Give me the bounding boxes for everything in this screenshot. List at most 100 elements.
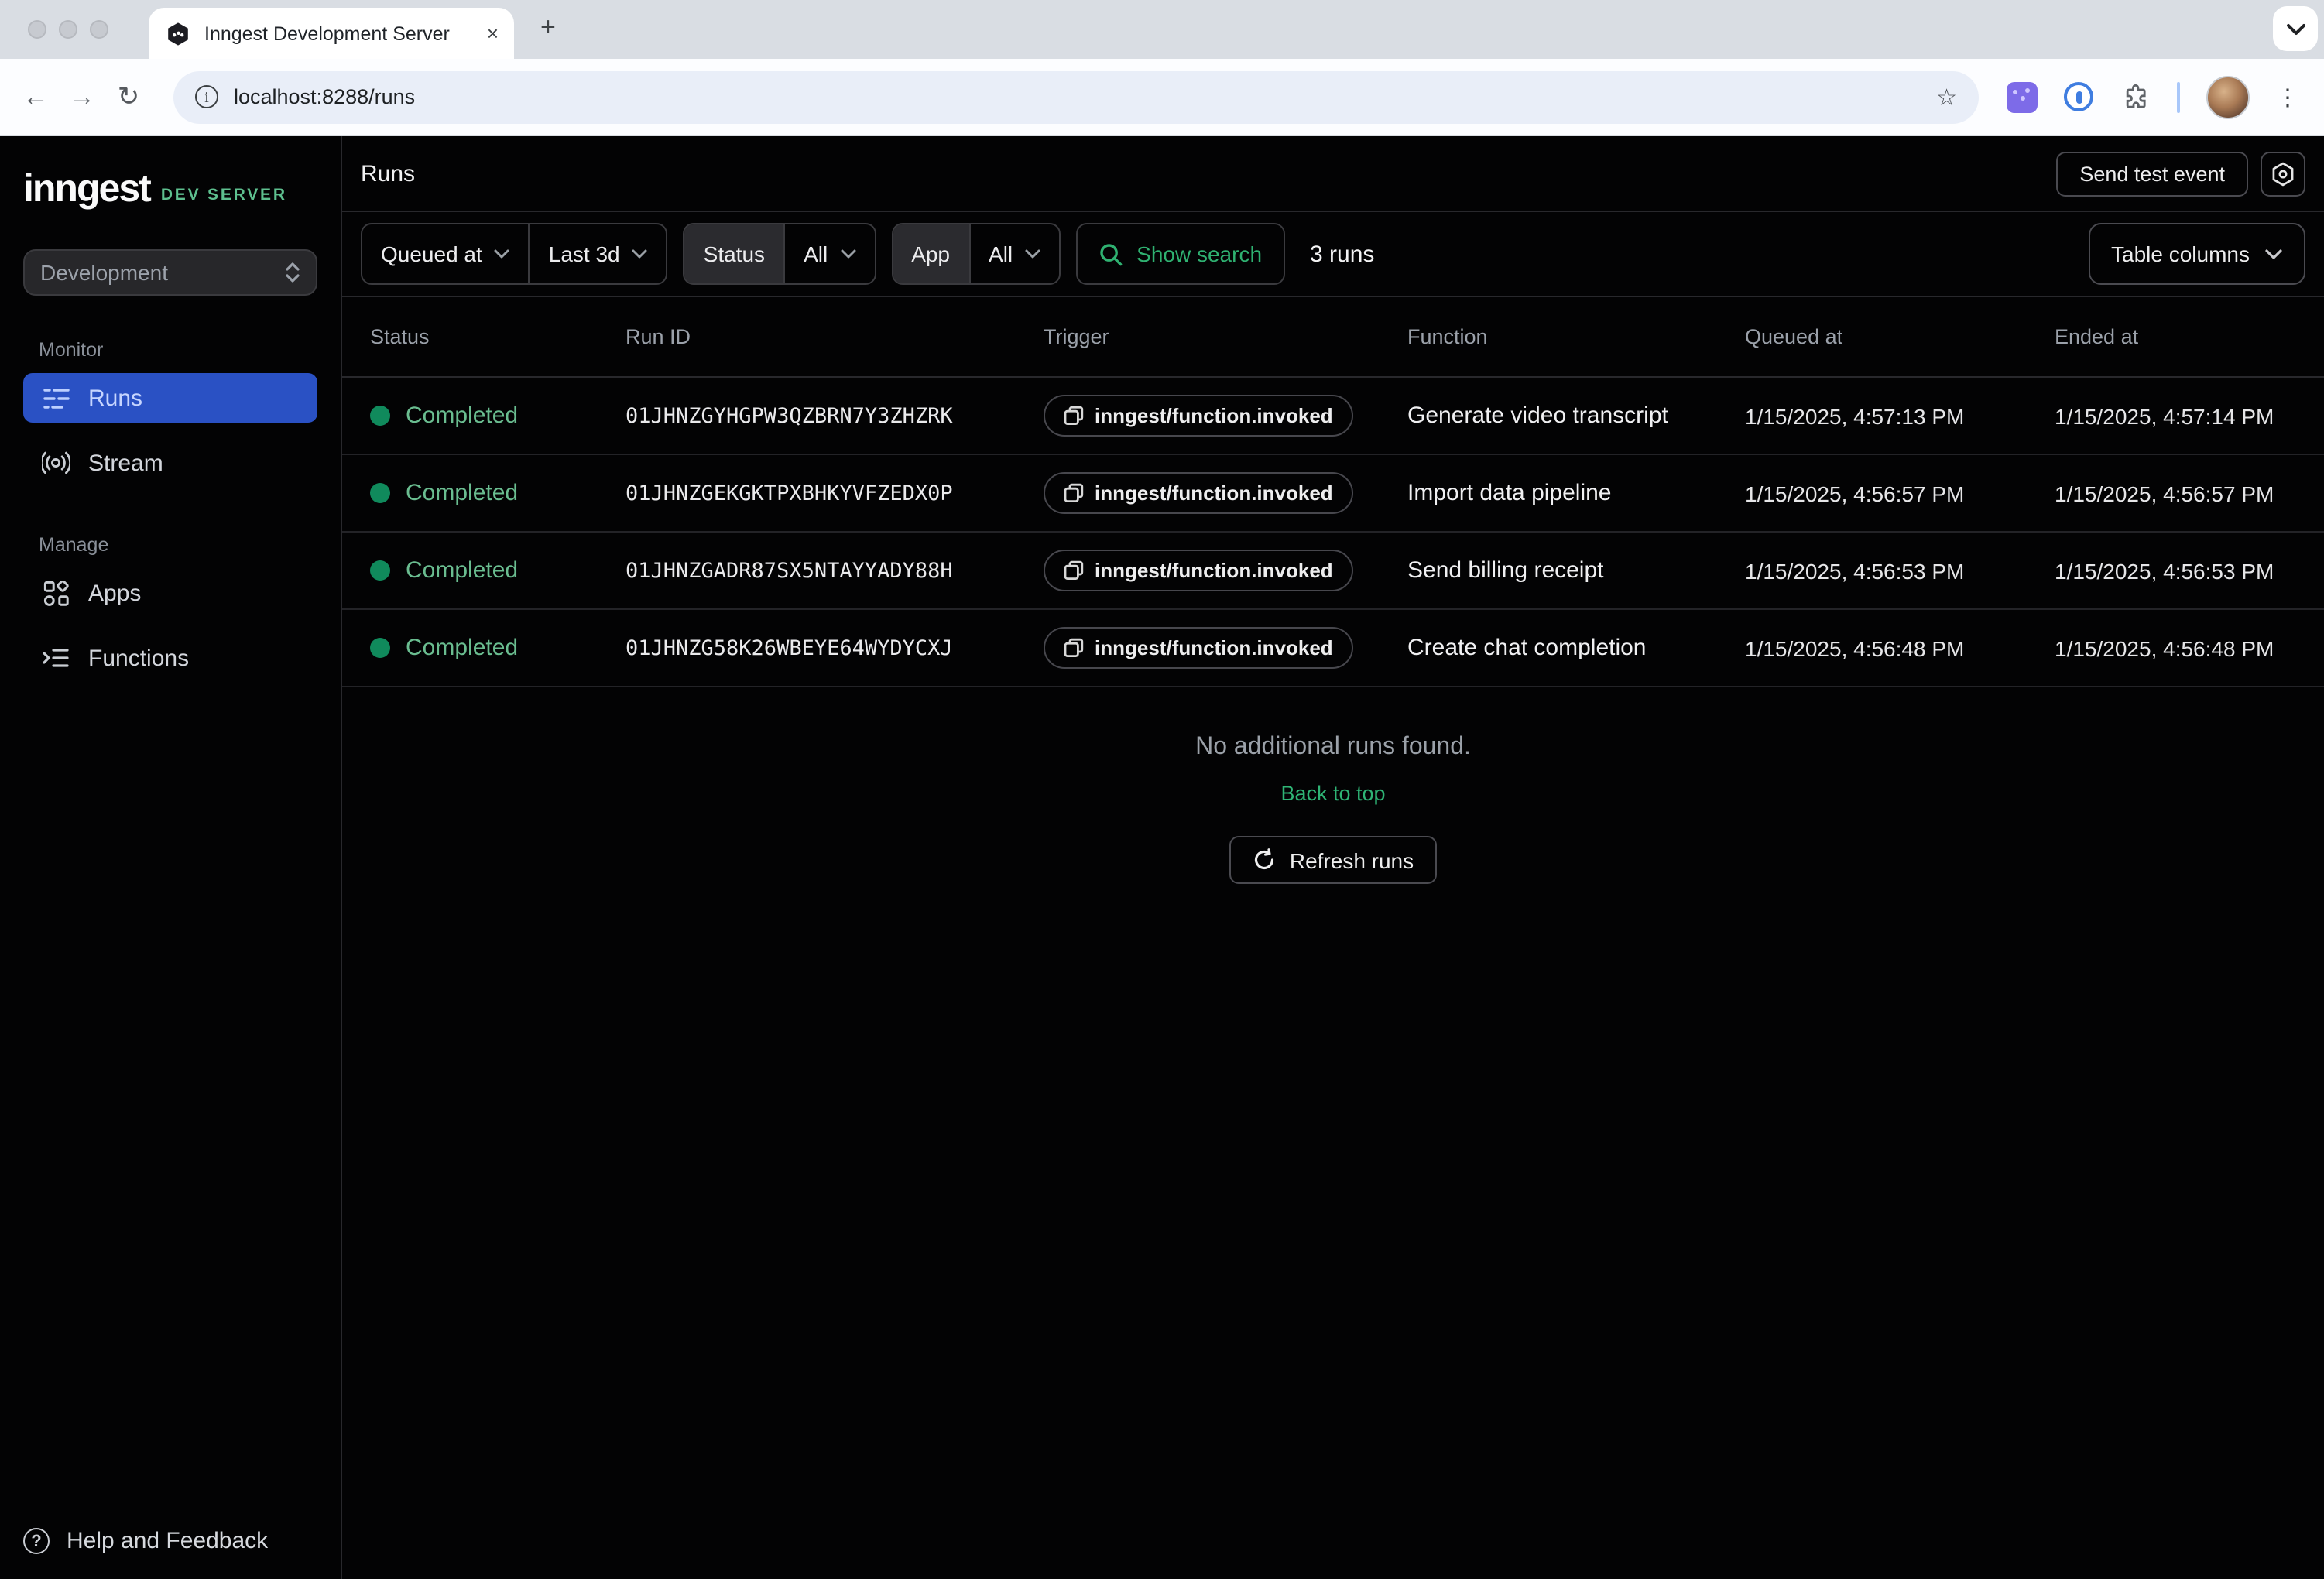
trigger-pill[interactable]: inngest/function.invoked bbox=[1044, 395, 1353, 437]
time-field-dropdown[interactable]: Queued at bbox=[362, 224, 529, 283]
time-field-value: Queued at bbox=[381, 241, 482, 266]
page-header: Runs Send test event bbox=[342, 136, 2324, 212]
back-to-top-link[interactable]: Back to top bbox=[1280, 782, 1385, 805]
time-range-dropdown[interactable]: Last 3d bbox=[529, 224, 667, 283]
app-filter-dropdown[interactable]: All bbox=[968, 224, 1059, 283]
chevron-down-icon bbox=[2265, 248, 2282, 259]
column-header-ended-at: Ended at bbox=[2045, 325, 2305, 348]
queued-at-value: 1/15/2025, 4:56:48 PM bbox=[1736, 635, 2045, 660]
refresh-runs-label: Refresh runs bbox=[1290, 848, 1414, 872]
app-filter-value: All bbox=[989, 241, 1013, 266]
show-search-button[interactable]: Show search bbox=[1076, 223, 1285, 285]
browser-toolbar: ← → ↻ i localhost:8288/runs ☆ ⋮ bbox=[0, 59, 2324, 136]
run-id[interactable]: 01JHNZG58K26WBEYE64WYDYCXJ bbox=[616, 635, 1034, 660]
empty-state: No additional runs found. Back to top Re… bbox=[342, 687, 2324, 884]
trigger-pill[interactable]: inngest/function.invoked bbox=[1044, 472, 1353, 514]
up-down-chevrons-icon bbox=[285, 262, 300, 283]
site-info-icon[interactable]: i bbox=[195, 85, 218, 108]
copy-icon bbox=[1064, 406, 1084, 426]
workspace-select-value: Development bbox=[40, 260, 168, 285]
browser-menu-icon[interactable]: ⋮ bbox=[2276, 83, 2299, 111]
reload-icon[interactable]: ↻ bbox=[105, 81, 152, 112]
time-filter: Queued at Last 3d bbox=[361, 223, 668, 285]
tab-search-button[interactable] bbox=[2273, 6, 2318, 51]
close-window-button[interactable] bbox=[28, 20, 46, 39]
extensions-puzzle-icon[interactable] bbox=[2120, 81, 2151, 112]
chevron-down-icon bbox=[2286, 22, 2305, 35]
minimize-window-button[interactable] bbox=[59, 20, 77, 39]
zoom-window-button[interactable] bbox=[90, 20, 108, 39]
status-dot-completed bbox=[370, 483, 390, 503]
address-bar[interactable]: i localhost:8288/runs ☆ bbox=[173, 70, 1979, 123]
run-id[interactable]: 01JHNZGYHGPW3QZBRN7Y3ZHZRK bbox=[616, 403, 1034, 428]
url-text[interactable]: localhost:8288/runs bbox=[234, 85, 1921, 108]
gear-icon bbox=[2270, 160, 2296, 187]
stream-broadcast-icon bbox=[42, 449, 70, 477]
ended-at-value: 1/15/2025, 4:56:53 PM bbox=[2045, 558, 2305, 583]
function-name[interactable]: Import data pipeline bbox=[1398, 480, 1736, 506]
help-label: Help and Feedback bbox=[67, 1528, 268, 1554]
runs-list-icon bbox=[42, 384, 70, 412]
trigger-name: inngest/function.invoked bbox=[1095, 636, 1333, 659]
run-id[interactable]: 01JHNZGEKGKTPXBHKYVFZEDX0P bbox=[616, 481, 1034, 505]
table-columns-button[interactable]: Table columns bbox=[2088, 223, 2305, 285]
table-row[interactable]: Completed 01JHNZGADR87SX5NTAYYADY88H inn… bbox=[342, 533, 2324, 610]
status-cell: Completed bbox=[361, 480, 616, 506]
sidebar-item-functions[interactable]: Functions bbox=[23, 633, 317, 683]
trigger-pill[interactable]: inngest/function.invoked bbox=[1044, 550, 1353, 591]
function-name[interactable]: Generate video transcript bbox=[1398, 402, 1736, 429]
queued-at-value: 1/15/2025, 4:56:57 PM bbox=[1736, 481, 2045, 505]
extension-purple-icon[interactable] bbox=[2007, 81, 2038, 112]
search-icon bbox=[1099, 242, 1123, 265]
run-id[interactable]: 01JHNZGADR87SX5NTAYYADY88H bbox=[616, 558, 1034, 583]
inngest-logo: inngest bbox=[23, 170, 150, 209]
function-name[interactable]: Create chat completion bbox=[1398, 635, 1736, 661]
table-columns-label: Table columns bbox=[2111, 241, 2250, 266]
workspace-select[interactable]: Development bbox=[23, 249, 317, 296]
trigger-pill[interactable]: inngest/function.invoked bbox=[1044, 627, 1353, 669]
refresh-runs-button[interactable]: Refresh runs bbox=[1229, 836, 1437, 884]
functions-icon bbox=[42, 644, 70, 672]
dev-server-badge: DEV SERVER bbox=[161, 186, 287, 209]
chevron-down-icon bbox=[632, 249, 648, 259]
time-range-value: Last 3d bbox=[549, 241, 620, 266]
help-and-feedback[interactable]: ? Help and Feedback bbox=[23, 1528, 268, 1554]
queued-at-value: 1/15/2025, 4:57:13 PM bbox=[1736, 403, 2045, 428]
profile-avatar[interactable] bbox=[2206, 75, 2250, 118]
send-test-event-button[interactable]: Send test event bbox=[2056, 151, 2248, 196]
sidebar-item-label: Apps bbox=[88, 580, 141, 606]
forward-icon[interactable]: → bbox=[59, 81, 105, 112]
table-row[interactable]: Completed 01JHNZG58K26WBEYE64WYDYCXJ inn… bbox=[342, 610, 2324, 687]
table-row[interactable]: Completed 01JHNZGEKGKTPXBHKYVFZEDX0P inn… bbox=[342, 455, 2324, 533]
status-dot-completed bbox=[370, 638, 390, 658]
copy-icon bbox=[1064, 483, 1084, 503]
queued-at-value: 1/15/2025, 4:56:53 PM bbox=[1736, 558, 2045, 583]
status-cell: Completed bbox=[361, 557, 616, 584]
function-name[interactable]: Send billing receipt bbox=[1398, 557, 1736, 584]
extension-row: ⋮ bbox=[2007, 75, 2299, 118]
section-monitor-label: Monitor bbox=[39, 339, 341, 361]
settings-button[interactable] bbox=[2261, 151, 2305, 196]
tab-close-icon[interactable]: × bbox=[487, 22, 499, 45]
new-tab-button[interactable]: + bbox=[540, 12, 556, 43]
back-icon[interactable]: ← bbox=[12, 81, 59, 112]
no-additional-runs-message: No additional runs found. bbox=[1195, 734, 1471, 762]
column-header-status: Status bbox=[361, 325, 616, 348]
bookmark-star-icon[interactable]: ☆ bbox=[1936, 83, 1957, 111]
sidebar-item-stream[interactable]: Stream bbox=[23, 438, 317, 488]
inngest-favicon-icon bbox=[164, 19, 192, 47]
browser-tab[interactable]: Inngest Development Server × bbox=[149, 8, 514, 59]
refresh-icon bbox=[1253, 848, 1276, 872]
status-filter-dropdown[interactable]: All bbox=[783, 224, 874, 283]
sidebar-item-apps[interactable]: Apps bbox=[23, 568, 317, 618]
status-dot-completed bbox=[370, 406, 390, 426]
table-row[interactable]: Completed 01JHNZGYHGPW3QZBRN7Y3ZHZRK inn… bbox=[342, 378, 2324, 455]
copy-icon bbox=[1064, 638, 1084, 658]
sidebar-item-runs[interactable]: Runs bbox=[23, 373, 317, 423]
ended-at-value: 1/15/2025, 4:57:14 PM bbox=[2045, 403, 2305, 428]
column-header-run-id: Run ID bbox=[616, 325, 1034, 348]
password-manager-icon[interactable] bbox=[2064, 82, 2093, 111]
app-filter: App All bbox=[891, 223, 1061, 285]
window-controls[interactable] bbox=[28, 20, 108, 39]
sidebar-item-label: Functions bbox=[88, 645, 189, 671]
